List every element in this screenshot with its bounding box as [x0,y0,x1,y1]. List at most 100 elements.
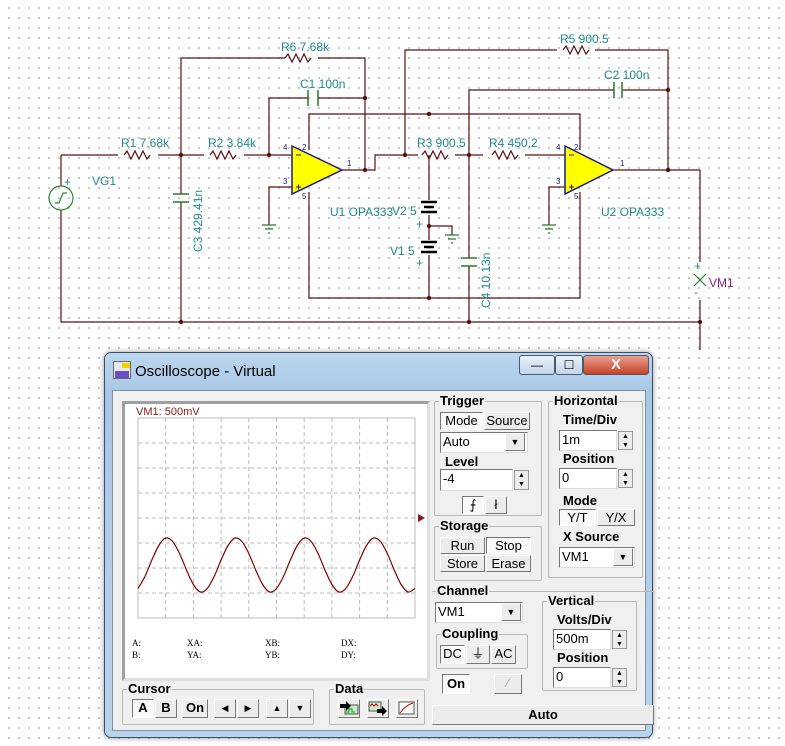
label-c4: C4 10.13n [479,253,493,308]
trigger-level-label: Level [445,454,479,469]
label-c1: C1 100n [300,77,345,91]
window-title: Oscilloscope - Virtual [135,363,276,380]
trigger-source-tab[interactable]: Source [484,412,530,430]
scope-display: VM1: 500mV A: B: XA: YA: XB: YB: DX: DY: [122,401,430,681]
run-button[interactable]: Run [440,537,485,554]
save-data-icon [368,701,387,716]
graph-icon [398,701,415,715]
channel-dropdown[interactable]: ▼ [501,603,521,621]
time-div-input[interactable]: 1m [559,430,617,451]
app-icon [113,361,131,379]
svg-text:+: + [416,256,423,270]
v-position-input[interactable]: 0 [553,667,611,688]
trigger-falling-edge-button[interactable]: ł [485,496,507,514]
label-r5: R5 900.5 [560,32,609,46]
label-u2: U2 OPA333 [601,205,664,219]
channel-on-button[interactable]: On [442,674,470,694]
svg-text:3: 3 [283,177,288,186]
readout-yb: YB: [265,650,281,660]
h-position-spinner[interactable]: ▲ ▼ [618,469,633,488]
graph-button[interactable] [396,699,418,718]
schematic: +- + ++ 43 125 43 125 R1 7.68k R2 3.84k … [48,32,734,350]
svg-text:-: - [694,285,698,299]
label-v1: V1 5 [390,244,415,258]
horizontal-group: Horizontal Time/Div 1m ▲ ▼ Position 0 ▲ ▼ … [548,393,643,578]
load-data-icon [340,701,359,715]
coupling-ac-button[interactable]: AC [491,645,516,664]
mode-yx-button[interactable]: Y/X [597,509,635,526]
coupling-title: Coupling [441,626,500,641]
trigger-mode-tab[interactable]: Mode [440,412,483,430]
time-div-spinner[interactable]: ▲ ▼ [618,431,633,450]
cursor-right-button[interactable]: ▶ [237,699,259,718]
resistor-r3-icon [421,149,449,161]
readout-xa: XA: [187,638,203,648]
v-position-label: Position [557,650,609,665]
resistor-r2-icon [209,149,237,161]
coupling-dc-button[interactable]: DC [440,645,465,664]
label-vg1: VG1 [92,174,116,188]
oscilloscope-client: VM1: 500mV A: B: XA: YA: XB: YB: DX: DY:… [112,390,655,731]
erase-button[interactable]: Erase [486,555,531,572]
cursor-b-button[interactable]: B [155,699,177,718]
svg-text:2: 2 [574,143,579,152]
trigger-level-spinner[interactable]: ▲ ▼ [514,470,529,490]
h-mode-label: Mode [563,493,597,508]
time-div-label: Time/Div [563,412,617,427]
label-c3: C3 429.41n [191,190,205,252]
readout-dy: DY: [341,650,356,660]
maximize-button[interactable]: ☐ [555,355,583,375]
resistor-r6-icon [284,52,312,64]
readout-xb: XB: [265,638,281,648]
horizontal-title: Horizontal [553,393,619,408]
stop-button[interactable]: Stop [486,537,531,554]
cursor-a-button[interactable]: A [132,699,154,718]
cursor-left-button[interactable]: ◀ [214,699,236,718]
status-bar: Auto [432,705,654,725]
readout-a: A: [132,638,141,648]
cursor-up-button[interactable]: ▲ [266,699,288,718]
label-vm1: VM1 [709,276,734,290]
label-c2: C2 100n [604,68,649,82]
probe-button[interactable]: ⁄ [494,674,522,694]
cursor-on-button[interactable]: On [182,699,208,718]
svg-text:4: 4 [556,143,561,152]
capacitor-c1-icon [307,90,319,106]
cursor-down-button[interactable]: ▼ [289,699,311,718]
v-position-spinner[interactable]: ▲ ▼ [612,668,627,687]
trigger-mode-dropdown[interactable]: ▼ [505,433,525,451]
resistor-r5-icon [562,44,590,56]
label-r6: R6 7.68k [281,40,330,54]
svg-text:2: 2 [302,143,307,152]
svg-text:+: + [64,175,71,189]
label-r3: R3 900.5 [417,136,466,150]
svg-text:5: 5 [574,192,579,201]
resistor-r1-icon [123,149,151,161]
volts-div-input[interactable]: 500m [553,629,611,650]
h-position-input[interactable]: 0 [559,468,617,489]
load-data-button[interactable] [338,699,360,718]
data-title: Data [334,681,365,696]
save-data-button[interactable] [367,699,389,718]
mode-yt-button[interactable]: Y/T [559,509,596,526]
minimize-button[interactable]: — [519,355,555,375]
vertical-title: Vertical [547,593,596,608]
data-group: Data [329,681,425,725]
coupling-ground-button[interactable]: ⏚ [466,645,490,664]
probe-icon: ⁄ [506,675,510,690]
ground-level-marker-icon [418,514,425,522]
storage-title: Storage [439,518,490,533]
readout-ya: YA: [187,650,202,660]
storage-group: Storage Run Stop Store Erase [434,518,542,581]
volts-div-spinner[interactable]: ▲ ▼ [612,630,627,649]
x-source-dropdown[interactable]: ▼ [613,548,633,566]
trigger-level-input[interactable]: -4 [440,469,513,491]
close-button[interactable]: X [583,355,649,375]
trigger-group: Trigger Mode Source Auto ▼ Level -4 ▲ ▼ ⨍… [434,393,542,516]
channel-title: Channel [436,583,490,598]
svg-text:+: + [416,217,423,231]
store-button[interactable]: Store [440,555,485,572]
trigger-rising-edge-button[interactable]: ⨍ [462,496,484,514]
capacitor-c4-icon [461,257,477,267]
label-v2: V2 5 [392,204,417,218]
